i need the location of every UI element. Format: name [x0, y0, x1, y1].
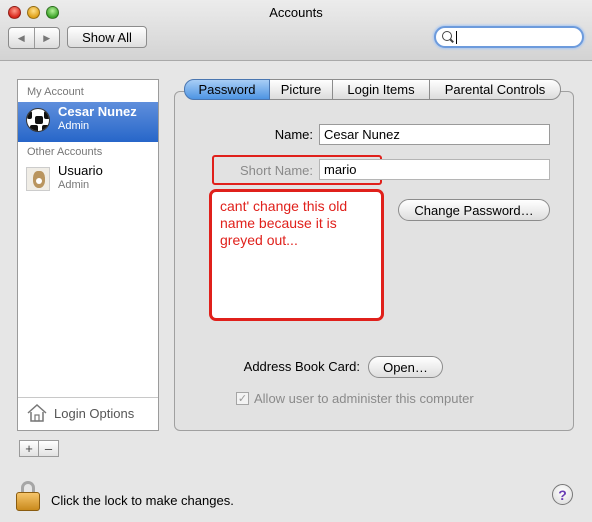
forward-arrow-icon[interactable]: ▶ [35, 28, 60, 48]
login-options-label: Login Options [54, 405, 135, 421]
name-field[interactable]: Cesar Nunez [319, 124, 550, 145]
search-field[interactable] [434, 26, 584, 48]
lock-status-text: Click the lock to make changes. [51, 493, 234, 508]
annotation-note: cant' change this old name because it is… [209, 189, 384, 321]
account-role: Admin [58, 179, 90, 191]
address-book-label: Address Book Card: [243, 359, 360, 374]
my-account-heading: My Account [27, 86, 84, 98]
other-accounts-heading: Other Accounts [27, 146, 103, 158]
account-row-cesar-nunez[interactable]: Cesar Nunez Admin [18, 102, 158, 142]
accounts-list[interactable]: My Account Cesar Nunez Admin Other Accou… [17, 79, 159, 431]
window-title: Accounts [269, 5, 323, 20]
settings-tabs: Password Picture Login Items Parental Co… [184, 79, 561, 100]
help-button[interactable]: ? [552, 484, 573, 505]
back-forward-control[interactable]: ◀ ▶ [8, 27, 60, 49]
name-label: Name: [274, 127, 313, 142]
house-icon [27, 403, 47, 422]
back-arrow-icon[interactable]: ◀ [9, 28, 35, 48]
change-password-button[interactable]: Change Password… [398, 199, 550, 221]
show-all-button[interactable]: Show All [67, 26, 147, 48]
add-remove-controls: + – [19, 440, 59, 457]
title-bar: Accounts ◀ ▶ Show All [0, 0, 592, 61]
lock-icon[interactable] [16, 481, 40, 511]
tab-picture[interactable]: Picture [270, 79, 333, 100]
add-account-button[interactable]: + [19, 440, 39, 457]
soccer-ball-icon [26, 108, 50, 132]
account-role: Admin [58, 120, 90, 132]
text-caret [456, 31, 457, 44]
search-icon [442, 31, 452, 41]
open-address-book-button[interactable]: Open… [368, 356, 443, 378]
remove-account-button[interactable]: – [39, 440, 59, 457]
account-name: Cesar Nunez [58, 104, 137, 119]
tab-login-items[interactable]: Login Items [333, 79, 430, 100]
allow-admin-checkbox: ✓ [236, 392, 249, 405]
dog-photo-icon [26, 167, 50, 191]
login-options-item[interactable]: Login Options [26, 403, 134, 423]
sidebar-divider [18, 397, 158, 398]
tab-parental-controls[interactable]: Parental Controls [430, 79, 561, 100]
short-name-field: mario [319, 159, 550, 180]
allow-admin-label: Allow user to administer this computer [254, 391, 474, 406]
allow-admin-row: ✓ Allow user to administer this computer [236, 391, 474, 406]
account-name: Usuario [58, 163, 103, 178]
short-name-label: Short Name: [240, 163, 313, 178]
account-row-usuario[interactable]: Usuario Admin [18, 161, 158, 201]
tab-password[interactable]: Password [184, 79, 270, 100]
